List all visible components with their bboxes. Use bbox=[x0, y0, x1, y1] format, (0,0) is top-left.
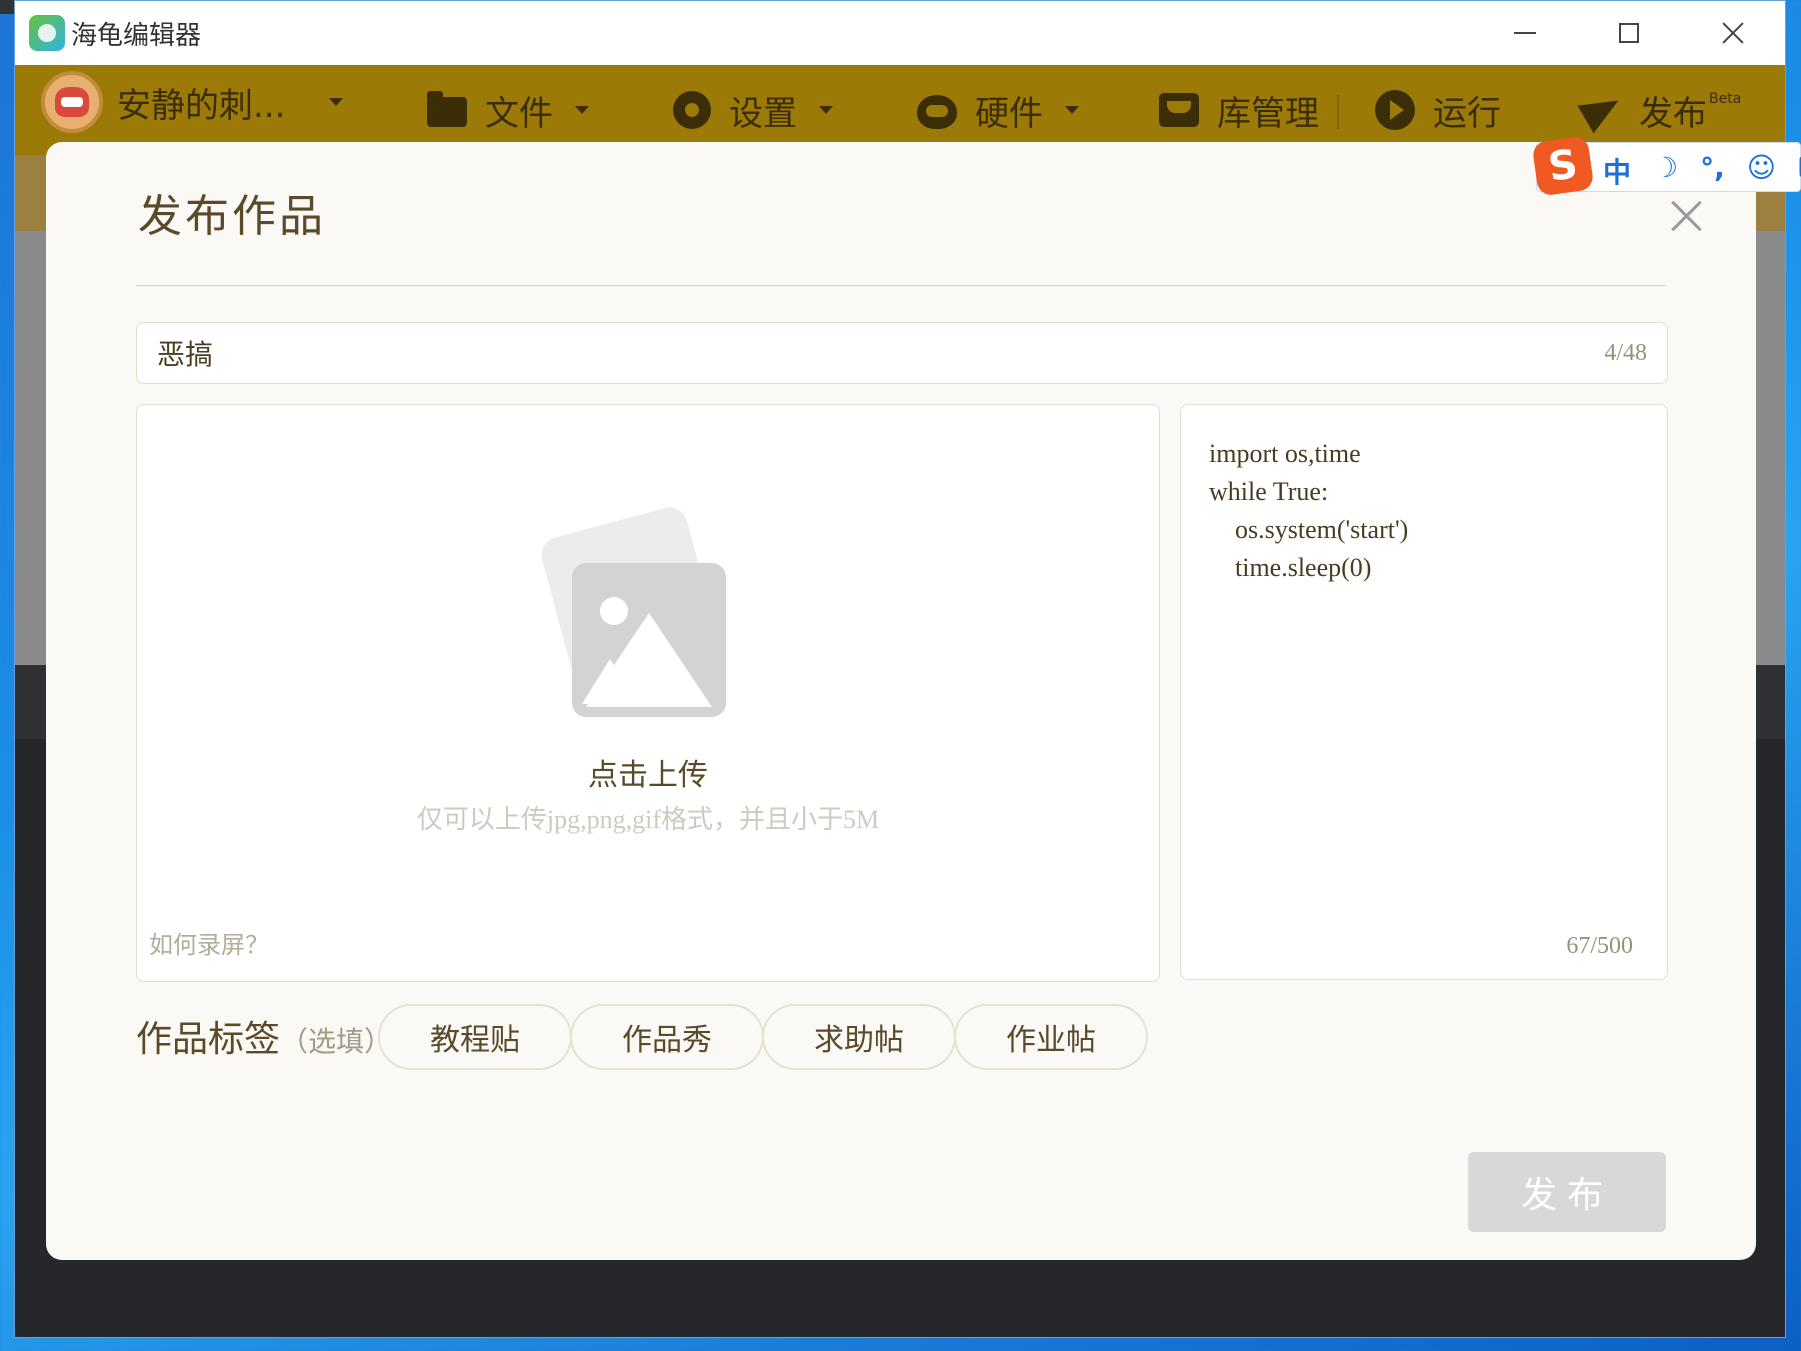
menu-file-label: 文件 bbox=[485, 93, 553, 134]
play-icon bbox=[1375, 90, 1415, 130]
robot-icon bbox=[917, 95, 957, 129]
dialog-divider bbox=[136, 285, 1666, 286]
tags-optional-note: （选填） bbox=[280, 1025, 393, 1058]
menu-hardware-label: 硬件 bbox=[975, 93, 1043, 134]
code-line: while True: bbox=[1209, 477, 1329, 506]
menu-hardware[interactable]: 硬件 bbox=[917, 87, 1079, 134]
dialog-title: 发布作品 bbox=[138, 191, 326, 242]
toolbar-divider bbox=[1337, 95, 1339, 129]
work-title-value: 恶搞 bbox=[157, 338, 214, 371]
user-menu[interactable]: 安静的刺... bbox=[41, 71, 344, 133]
avatar bbox=[41, 71, 103, 133]
close-window-button[interactable] bbox=[1703, 11, 1763, 55]
minimize-button[interactable] bbox=[1495, 11, 1555, 55]
upload-hint: 仅可以上传jpg,png,gif格式，并且小于5M bbox=[416, 805, 880, 834]
tag-homework[interactable]: 作业帖 bbox=[954, 1004, 1148, 1070]
beta-badge: Beta bbox=[1709, 91, 1742, 107]
cover-upload-area[interactable]: 点击上传 仅可以上传jpg,png,gif格式，并且小于5M 如何录屏？ bbox=[136, 404, 1160, 982]
tag-showcase[interactable]: 作品秀 bbox=[570, 1004, 764, 1070]
title-bar: 海龟编辑器 bbox=[15, 1, 1785, 65]
box-icon bbox=[1159, 93, 1199, 127]
ime-mode-chinese[interactable]: 中 bbox=[1603, 151, 1631, 191]
emoji-icon[interactable]: ☺ bbox=[1747, 151, 1776, 191]
maximize-button[interactable] bbox=[1599, 11, 1659, 55]
tags-label: 作品标签（选填） bbox=[136, 1010, 392, 1062]
app-title: 海龟编辑器 bbox=[71, 21, 202, 51]
menu-settings-label: 设置 bbox=[729, 93, 797, 134]
tag-tutorial[interactable]: 教程贴 bbox=[378, 1004, 572, 1070]
chevron-down-icon bbox=[575, 106, 589, 114]
gear-icon bbox=[673, 91, 711, 129]
tag-help[interactable]: 求助帖 bbox=[762, 1004, 956, 1070]
menu-run[interactable]: 运行 bbox=[1375, 87, 1501, 134]
desktop-corner-icon bbox=[0, 0, 14, 14]
paper-plane-icon bbox=[1581, 90, 1621, 130]
how-to-record-link[interactable]: 如何录屏？ bbox=[149, 925, 269, 960]
chevron-down-icon bbox=[1065, 106, 1079, 114]
folder-icon bbox=[427, 91, 467, 127]
menu-settings[interactable]: 设置 bbox=[673, 87, 833, 134]
code-line: import os,time bbox=[1209, 439, 1361, 468]
tags-label-text: 作品标签 bbox=[136, 1019, 281, 1060]
user-name: 安静的刺... bbox=[117, 85, 286, 126]
punctuation-icon[interactable]: °, bbox=[1700, 151, 1725, 191]
menu-publish-label: 发布 bbox=[1639, 93, 1707, 134]
code-line: os.system('start') bbox=[1209, 515, 1409, 544]
minimize-icon bbox=[1514, 32, 1536, 34]
close-icon bbox=[1721, 21, 1745, 45]
publish-button[interactable]: 发布 bbox=[1468, 1152, 1666, 1232]
chevron-down-icon bbox=[329, 98, 344, 106]
dialog-close-icon[interactable] bbox=[1666, 196, 1706, 236]
menu-library[interactable]: 库管理 bbox=[1159, 87, 1319, 134]
sogou-logo-icon: S bbox=[1531, 135, 1595, 197]
ime-items: 中 ☽ °, ☺ ⌨ bbox=[1603, 151, 1801, 191]
upload-label: 点击上传 bbox=[588, 758, 708, 793]
publish-dialog: 发布作品 恶搞 4/48 点击上传 仅可以上传jpg,png,gif格式，并且小… bbox=[46, 142, 1756, 1260]
menu-library-label: 库管理 bbox=[1217, 93, 1319, 134]
work-title-char-count: 4/48 bbox=[1604, 339, 1647, 366]
work-title-input[interactable]: 恶搞 4/48 bbox=[136, 322, 1668, 384]
code-line: time.sleep(0) bbox=[1209, 553, 1372, 582]
menu-run-label: 运行 bbox=[1433, 93, 1501, 134]
menu-file[interactable]: 文件 bbox=[427, 87, 589, 134]
image-placeholder-icon bbox=[572, 563, 726, 717]
description-textarea[interactable]: import os,time while True: os.system('st… bbox=[1180, 404, 1668, 980]
description-char-count: 67/500 bbox=[1566, 933, 1633, 959]
ime-toolbar[interactable]: S 中 ☽ °, ☺ ⌨ bbox=[1531, 135, 1801, 197]
menu-publish[interactable]: 发布 Beta bbox=[1581, 87, 1742, 134]
app-logo-icon bbox=[29, 15, 65, 51]
moon-icon[interactable]: ☽ bbox=[1653, 151, 1678, 191]
maximize-icon bbox=[1619, 23, 1639, 43]
chevron-down-icon bbox=[819, 106, 833, 114]
